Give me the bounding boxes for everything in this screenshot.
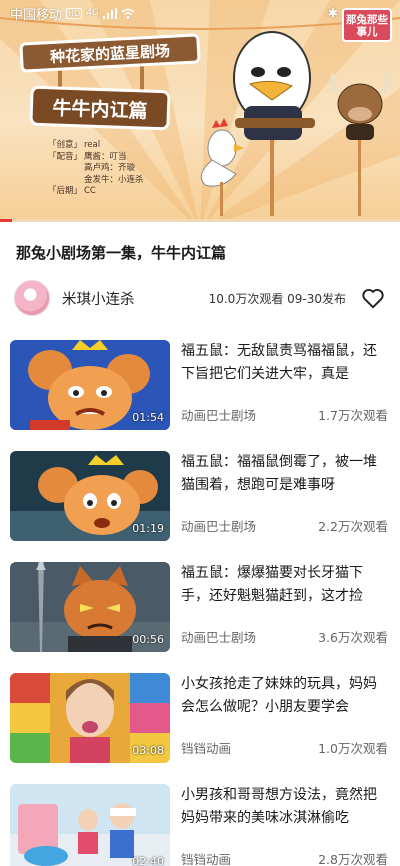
carrier-name: 中国移动	[10, 7, 63, 23]
uploader-row: 米琪小连杀 10.0万次观看 09-30发布	[14, 279, 386, 317]
list-item[interactable]: 00:56 福五鼠：爆爆猫要对长牙猫下手，还好魁魁猫赶到，这才捡 动画巴士剧场 …	[0, 562, 400, 662]
heart-icon[interactable]	[360, 285, 386, 311]
credit-row: 「配音」 鹰酱：叮当	[48, 152, 144, 164]
credit-row: 「创意」 real	[48, 140, 144, 152]
episode-title-sign: 牛牛内讧篇	[29, 85, 171, 131]
signal-label: 4G	[86, 8, 99, 18]
video-duration: 01:19	[132, 522, 164, 535]
signal-icon	[102, 7, 117, 19]
channel-name[interactable]: 动画巴士剧场	[181, 627, 256, 646]
channel-name[interactable]: 铛铛动画	[181, 849, 231, 866]
video-title[interactable]: 福五鼠：无敌鼠责骂福福鼠，还下旨把它们关进大牢，真是	[181, 340, 386, 386]
view-count: 1.0万次观看	[318, 741, 388, 756]
video-duration: 02:40	[132, 855, 164, 866]
thumbnail-artwork	[10, 784, 170, 866]
channel-name[interactable]: 铛铛动画	[181, 738, 231, 757]
credit-key: 「创意」	[48, 140, 83, 150]
bluetooth-icon: ✱	[327, 6, 338, 20]
credit-key	[48, 175, 84, 187]
video-title[interactable]: 福五鼠：福福鼠倒霉了，被一堆猫围着，想跑可是难事呀	[181, 451, 386, 497]
list-item[interactable]: 02:40 小男孩和哥哥想方设法，竟然把妈妈带来的美味冰淇淋偷吃 铛铛动画 2.…	[0, 784, 400, 866]
credit-value: 高卢鸡：齐璇	[84, 163, 136, 173]
list-item[interactable]: 01:19 福五鼠：福福鼠倒霉了，被一堆猫围着，想跑可是难事呀 动画巴士剧场 2…	[0, 451, 400, 551]
credit-value: 金发牛：小连杀	[84, 174, 144, 185]
credits-block: 「创意」 real 「配音」 鹰酱：叮当 高卢鸡：齐璇 金发牛：小连杀 「后期」 CC	[48, 140, 144, 198]
channel-name[interactable]: 动画巴士剧场	[181, 516, 256, 535]
list-item[interactable]: 01:54 福五鼠：无敌鼠责骂福福鼠，还下旨把它们关进大牢，真是 动画巴士剧场 …	[0, 340, 400, 440]
view-count: 2.8万次观看	[318, 852, 388, 866]
channel-name[interactable]: 动画巴士剧场	[181, 405, 256, 424]
list-item[interactable]: 03:08 小女孩抢走了妹妹的玩具，妈妈会怎么做呢？小朋友要学会 铛铛动画 1.…	[0, 673, 400, 773]
credit-key	[48, 163, 84, 175]
credit-value: 鹰酱：叮当	[84, 151, 127, 162]
video-thumbnail[interactable]: 01:54	[10, 340, 170, 430]
video-thumbnail[interactable]: 03:08	[10, 673, 170, 763]
credit-row: 高卢鸡：齐璇	[48, 163, 144, 175]
view-count: 3.6万次观看	[318, 630, 388, 645]
video-thumbnail[interactable]: 00:56	[10, 562, 170, 652]
view-count: 1.7万次观看	[318, 408, 388, 423]
video-duration: 01:54	[132, 411, 164, 424]
credit-row: 「后期」 CC	[48, 186, 144, 198]
video-duration: 00:56	[132, 633, 164, 646]
credit-value: CC	[84, 186, 96, 196]
video-duration: 03:08	[132, 744, 164, 757]
playback-progress-fill	[0, 219, 12, 222]
credit-key: 「配音」	[48, 151, 83, 162]
video-player[interactable]: 中国移动 HD 4G ✱ ▯ ◔ 65 种花家的蓝星剧场 牛牛内讧篇 「创意」r…	[0, 0, 400, 222]
video-title[interactable]: 福五鼠：爆爆猫要对长牙猫下手，还好魁魁猫赶到，这才捡	[181, 562, 386, 608]
status-bar: 中国移动 HD 4G ✱ ▯ ◔ 65	[0, 0, 400, 26]
credit-value: real	[84, 140, 101, 150]
video-title[interactable]: 小女孩抢走了妹妹的玩具，妈妈会怎么做呢？小朋友要学会	[181, 673, 386, 719]
wifi-icon	[121, 8, 135, 19]
uploader-name[interactable]: 米琪小连杀	[62, 288, 135, 309]
video-title: 那兔小剧场第一集，牛牛内讧篇	[16, 244, 227, 262]
view-count-and-date: 10.0万次观看 09-30发布	[208, 291, 346, 306]
brand-logo: 那兔那些事儿	[342, 8, 392, 42]
video-title[interactable]: 小男孩和哥哥想方设法，竟然把妈妈带来的美味冰淇淋偷吃	[181, 784, 386, 830]
hd-badge: HD	[66, 7, 83, 19]
avatar[interactable]	[14, 280, 50, 316]
credit-row: 金发牛：小连杀	[48, 175, 144, 187]
video-thumbnail[interactable]: 01:19	[10, 451, 170, 541]
playback-progress-bar[interactable]	[0, 219, 400, 222]
video-thumbnail[interactable]: 02:40	[10, 784, 170, 866]
view-count: 2.2万次观看	[318, 519, 388, 534]
credit-key: 「后期」	[48, 186, 83, 196]
